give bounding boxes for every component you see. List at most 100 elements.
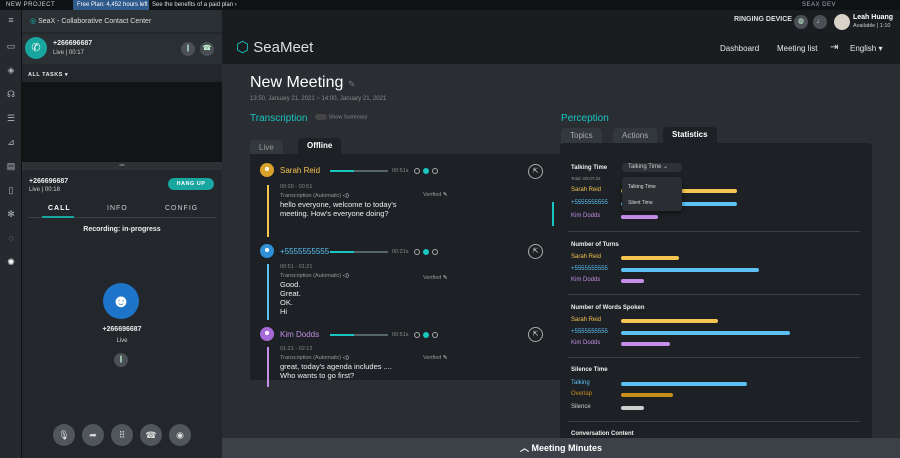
- segment-duration: 00:51s: [392, 168, 409, 174]
- stat-heading: Talking Time: [571, 165, 608, 171]
- speaker-bar: [267, 347, 269, 387]
- stat-label: Sarah Reid: [571, 317, 602, 323]
- menu-icon[interactable]: ≡: [5, 14, 17, 26]
- playback-progress: [330, 334, 354, 336]
- tab-actions[interactable]: Actions: [613, 128, 658, 144]
- pause-button[interactable]: ∥: [114, 353, 128, 367]
- visibility-button[interactable]: ◉: [169, 424, 191, 446]
- speaker-bar: [267, 264, 269, 320]
- menu-item-silent-time[interactable]: Silent Time: [628, 200, 653, 206]
- seameet-logo[interactable]: ⬡ SeaMeet: [236, 38, 313, 56]
- phone-icon: ✆: [25, 37, 47, 59]
- total-time: Total: 00:07:22: [571, 176, 601, 181]
- tab-topics[interactable]: Topics: [561, 128, 602, 144]
- microphone-icon[interactable]: ♩: [813, 15, 827, 29]
- forward-icon[interactable]: [432, 332, 438, 338]
- logout-icon[interactable]: ⇥: [830, 42, 838, 53]
- open-icon[interactable]: ⇱: [528, 244, 543, 259]
- talking-time-dropdown[interactable]: Talking Time ⌄: [622, 163, 682, 172]
- scroll-indicator[interactable]: [552, 202, 554, 226]
- rewind-icon[interactable]: [414, 168, 420, 174]
- stat-label: +5555555555: [571, 266, 608, 272]
- edit-icon[interactable]: ✎: [443, 192, 448, 198]
- play-icon[interactable]: [423, 332, 429, 338]
- stat-label: Overlap: [571, 391, 593, 397]
- play-icon[interactable]: [423, 249, 429, 255]
- layers-icon[interactable]: ◈: [5, 64, 17, 76]
- tab-config[interactable]: CONFIG: [165, 205, 198, 212]
- segment-duration: 00:51s: [392, 332, 409, 338]
- speaker-icon[interactable]: ◁): [343, 273, 349, 279]
- edit-icon[interactable]: ✎: [443, 275, 448, 281]
- mute-button[interactable]: 🎙: [53, 424, 75, 446]
- book-icon[interactable]: ▤: [5, 160, 17, 172]
- language-select[interactable]: English ▾: [850, 44, 883, 53]
- speaker-icon[interactable]: ◁): [343, 355, 349, 361]
- meeting-date: 13:50, January 21, 2021 ~ 14:00, January…: [250, 96, 387, 102]
- forward-icon[interactable]: [432, 168, 438, 174]
- speaker-bar: [267, 185, 269, 237]
- edit-icon[interactable]: ✎: [443, 355, 448, 361]
- tab-offline[interactable]: Offline: [298, 138, 342, 154]
- hold-button[interactable]: ∥: [181, 42, 195, 56]
- contacts-icon[interactable]: ☊: [5, 88, 17, 100]
- transcript-line: Who wants to go first?: [280, 371, 355, 380]
- chat-icon[interactable]: ◌: [5, 232, 17, 244]
- stat-label: Kim Dodds: [571, 213, 601, 219]
- menu-item-talking-time[interactable]: Talking Time: [628, 184, 656, 190]
- play-icon[interactable]: [423, 168, 429, 174]
- meeting-minutes-bar[interactable]: ︿ Meeting Minutes: [222, 438, 900, 458]
- new-project-link[interactable]: NEW PROJECT: [6, 2, 55, 8]
- time-range: 00:00 - 00:51: [280, 184, 313, 190]
- detail-status: Live | 00:18: [29, 187, 60, 193]
- active-call-card[interactable]: ✆ +266696687 Live | 00:17 ∥ ☎: [22, 34, 222, 64]
- avatar[interactable]: [834, 14, 850, 30]
- hangup-icon[interactable]: ☎: [200, 42, 214, 56]
- tab-info[interactable]: INFO: [107, 205, 128, 212]
- paid-plan-link[interactable]: See the benefits of a paid plan ›: [152, 2, 237, 8]
- tab-call[interactable]: CALL: [48, 205, 71, 212]
- env-label: SEAX DEV: [801, 2, 836, 8]
- gear-icon[interactable]: ✻: [5, 208, 17, 220]
- list-icon[interactable]: ☰: [5, 112, 17, 124]
- stat-label: Kim Dodds: [571, 340, 601, 346]
- chart-icon[interactable]: ⊿: [5, 136, 17, 148]
- open-icon[interactable]: ⇱: [528, 164, 543, 179]
- open-icon[interactable]: ⇱: [528, 327, 543, 342]
- stat-heading: Number of Words Spoken: [571, 305, 645, 311]
- device-icon[interactable]: ◍: [794, 15, 808, 29]
- cc-title: ◎ SeaX - Collaborative Contact Center: [30, 18, 152, 25]
- speaker-icon[interactable]: ◁): [343, 193, 349, 199]
- document-icon[interactable]: ▯: [5, 184, 17, 196]
- free-plan-badge[interactable]: Free Plan: 4,452 hours left: [73, 0, 149, 10]
- silence-bar: [621, 406, 644, 410]
- all-tasks-dropdown[interactable]: ALL TASKS ▾: [28, 72, 68, 78]
- nav-meeting-list[interactable]: Meeting list: [777, 44, 817, 53]
- detail-number: +266696687: [29, 178, 69, 185]
- contact-status: Live: [116, 338, 128, 344]
- divider: [568, 231, 860, 232]
- call-number: +266696687: [53, 40, 93, 47]
- nav-dashboard[interactable]: Dashboard: [720, 44, 759, 53]
- rewind-icon[interactable]: [414, 332, 420, 338]
- tab-statistics[interactable]: Statistics: [663, 127, 717, 143]
- keypad-button[interactable]: ⠿: [111, 424, 133, 446]
- edit-icon[interactable]: ✎: [348, 79, 356, 89]
- drag-handle[interactable]: ═: [22, 162, 222, 170]
- inbox-icon[interactable]: ▭: [5, 40, 17, 52]
- divider: [568, 294, 860, 295]
- seax-icon[interactable]: ✺: [5, 256, 17, 268]
- transcription-type: Transcription (Automatic) ◁): [280, 193, 349, 199]
- rewind-icon[interactable]: [414, 249, 420, 255]
- contact-avatar-icon: ☻: [103, 283, 139, 319]
- hang-up-button[interactable]: HANG UP: [168, 178, 214, 190]
- transfer-button[interactable]: ➦: [82, 424, 104, 446]
- user-status: Available | 1:10: [853, 23, 891, 29]
- show-summary-toggle[interactable]: Show Summary: [315, 114, 367, 120]
- end-call-button[interactable]: ☎: [140, 424, 162, 446]
- stat-heading: Conversation Content: [571, 431, 634, 437]
- silence-bar: [621, 382, 747, 386]
- chevron-up-icon: ︿: [519, 443, 529, 453]
- transcription-heading: Transcription: [250, 113, 308, 124]
- forward-icon[interactable]: [432, 249, 438, 255]
